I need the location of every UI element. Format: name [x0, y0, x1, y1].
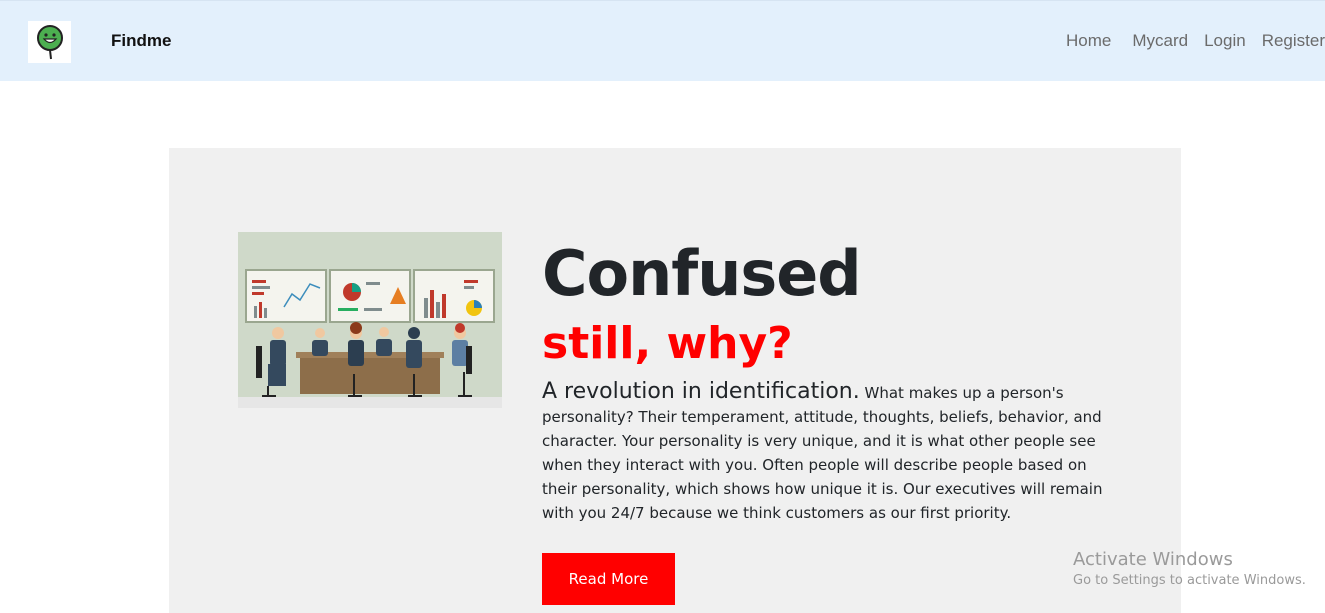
hero-section: Confused still, why? A revolution in ide… — [169, 148, 1181, 613]
nav-mycard[interactable]: Mycard — [1132, 31, 1188, 51]
watermark-title: Activate Windows — [1073, 549, 1233, 570]
nav-register[interactable]: Register — [1262, 31, 1325, 51]
hero-lead: A revolution in identification. — [542, 379, 860, 404]
nav-home[interactable]: Home — [1066, 31, 1111, 51]
hero-paragraph: A revolution in identification. What mak… — [542, 380, 1107, 525]
business-meeting-illustration — [238, 232, 502, 408]
hero-text: Confused still, why? A revolution in ide… — [542, 236, 1107, 525]
hero-heading: Confused — [542, 237, 862, 310]
brand-name[interactable]: Findme — [111, 31, 171, 51]
read-more-button[interactable]: Read More — [542, 553, 675, 605]
activate-windows-watermark: Activate Windows Go to Settings to activ… — [1073, 549, 1306, 591]
nav-login[interactable]: Login — [1204, 31, 1246, 51]
nav-links: Home Mycard Login Register — [1066, 31, 1325, 51]
hero-body: What makes up a person's personality? Th… — [542, 384, 1103, 522]
hero-subheading: still, why? — [542, 318, 793, 369]
watermark-subtitle: Go to Settings to activate Windows. — [1073, 573, 1306, 588]
navbar: Findme Home Mycard Login Register — [0, 0, 1325, 81]
smiley-magnifier-icon[interactable] — [28, 21, 71, 63]
